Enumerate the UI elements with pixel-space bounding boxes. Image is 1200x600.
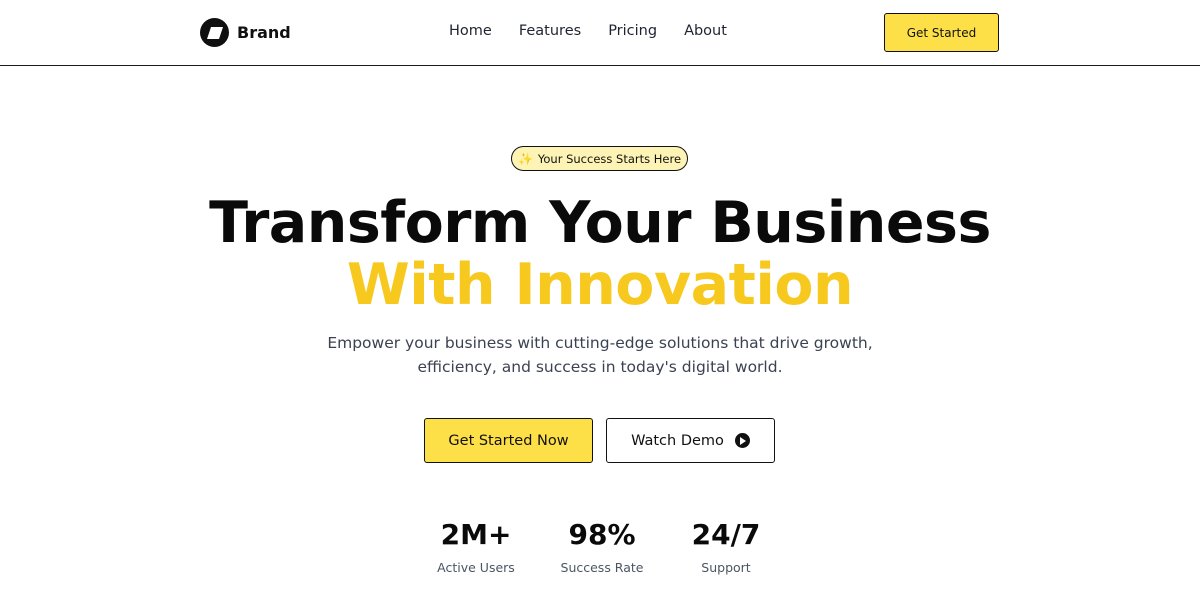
- nav-home[interactable]: Home: [449, 23, 492, 39]
- stat-value: 2M+: [440, 518, 512, 551]
- hero-headline-accent: With Innovation: [346, 252, 854, 318]
- stat-support: 24/7 Support: [666, 516, 786, 577]
- header-get-started-button[interactable]: Get Started: [884, 13, 999, 52]
- stat-success-rate: 98% Success Rate: [542, 516, 662, 577]
- watch-demo-label: Watch Demo: [631, 432, 724, 449]
- get-started-now-button[interactable]: Get Started Now: [424, 418, 593, 463]
- brand-logo-icon: [200, 18, 229, 47]
- main-nav: Home Features Pricing About: [449, 23, 727, 39]
- site-header: Brand Home Features Pricing About Get St…: [0, 0, 1200, 66]
- badge-text: Your Success Starts Here: [537, 151, 682, 166]
- stat-label: Success Rate: [560, 560, 644, 575]
- stat-label: Active Users: [437, 560, 515, 575]
- play-circle-icon: [734, 433, 750, 448]
- nav-about[interactable]: About: [684, 23, 727, 39]
- brand-name: Brand: [237, 23, 291, 42]
- nav-pricing[interactable]: Pricing: [608, 23, 657, 39]
- nav-features[interactable]: Features: [519, 23, 581, 39]
- brand[interactable]: Brand: [200, 18, 291, 47]
- stat-value: 24/7: [691, 518, 761, 551]
- sparkles-icon: ✨: [517, 151, 533, 166]
- stat-value: 98%: [568, 518, 636, 551]
- watch-demo-button[interactable]: Watch Demo: [606, 418, 775, 463]
- hero-subtitle: Empower your business with cutting-edge …: [327, 334, 873, 376]
- hero-badge: ✨ Your Success Starts Here: [511, 146, 688, 171]
- hero-headline: Transform Your Business: [209, 190, 991, 256]
- stat-label: Support: [701, 560, 751, 575]
- stat-active-users: 2M+ Active Users: [416, 516, 536, 577]
